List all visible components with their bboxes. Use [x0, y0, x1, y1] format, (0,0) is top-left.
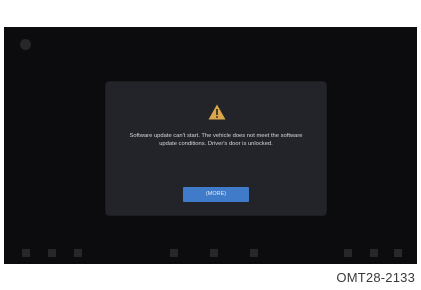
- phone-icon[interactable]: [394, 249, 402, 257]
- media-icon[interactable]: [74, 249, 82, 257]
- next-icon[interactable]: [250, 249, 258, 257]
- page: Software update can't start. The vehicle…: [0, 0, 421, 290]
- menu-icon[interactable]: [22, 249, 30, 257]
- volume-icon[interactable]: [344, 249, 352, 257]
- nav-icon[interactable]: [48, 249, 56, 257]
- ok-button[interactable]: (MORE): [183, 187, 249, 202]
- dialog-message: Software update can't start. The vehicle…: [129, 133, 303, 147]
- status-bar: [4, 27, 417, 57]
- bottom-bar: [4, 242, 417, 264]
- play-icon[interactable]: [210, 249, 218, 257]
- figure-code: OMT28-2133: [336, 270, 415, 285]
- settings-icon[interactable]: [370, 249, 378, 257]
- software-update-dialog: Software update can't start. The vehicle…: [106, 82, 326, 215]
- warning-icon: [208, 104, 226, 120]
- infotainment-screen: Software update can't start. The vehicle…: [4, 27, 417, 264]
- home-icon[interactable]: [20, 39, 31, 50]
- prev-icon[interactable]: [170, 249, 178, 257]
